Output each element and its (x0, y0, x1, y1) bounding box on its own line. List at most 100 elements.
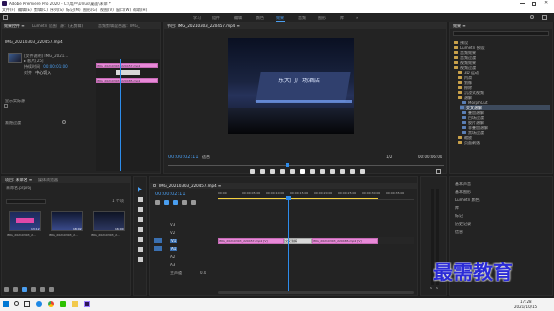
pen-tool-icon[interactable] (138, 237, 143, 242)
button-editor-icon[interactable] (436, 169, 441, 174)
ripple-edit-tool-icon[interactable] (138, 207, 143, 212)
list-view-icon[interactable] (13, 287, 18, 292)
timeline-settings-icon[interactable] (191, 200, 196, 205)
track-select-tool-icon[interactable] (138, 197, 143, 202)
work-area-bar[interactable] (218, 198, 378, 199)
add-timeline-marker-icon[interactable] (182, 200, 187, 205)
menu-file[interactable]: 文件(F) (2, 8, 15, 12)
edge-icon[interactable] (36, 301, 42, 307)
go-to-in-icon[interactable] (280, 169, 285, 174)
panel-info[interactable]: 信息 (455, 230, 463, 234)
menu-clip[interactable]: 剪辑(C) (34, 8, 48, 12)
menu-view[interactable]: 视图(V) (100, 8, 114, 12)
wechat-icon[interactable] (60, 301, 66, 307)
timeline-timecode[interactable]: 00:00:02:11 (155, 192, 186, 197)
track-a1-label[interactable]: A1 (170, 247, 178, 251)
alignment-dropdown[interactable]: 中心切入 (35, 70, 51, 75)
master-track-value[interactable]: 0.0 (200, 271, 206, 275)
selection-tool-icon[interactable] (138, 187, 142, 192)
hand-tool-icon[interactable] (138, 247, 143, 252)
workspace-learn[interactable]: 学习 (193, 16, 201, 20)
new-item-icon[interactable] (40, 287, 45, 292)
v1-clip-2[interactable]: IMG_20210303_220485.mp4 [V] (312, 238, 378, 244)
workspace-editing[interactable]: 编辑 (234, 16, 242, 20)
taskbar-search-icon[interactable] (14, 301, 19, 306)
add-marker-icon[interactable] (250, 169, 255, 174)
show-actual-sources-checkbox[interactable] (4, 104, 8, 108)
comparison-view-icon[interactable] (360, 169, 365, 174)
chrome-icon[interactable] (48, 301, 54, 307)
solo-s-button-2[interactable]: S (436, 287, 438, 290)
tab-media-browser[interactable]: 媒体浏览器 (38, 178, 58, 182)
taskbar-time[interactable]: 17:28 (520, 300, 532, 304)
extract-icon[interactable] (340, 169, 345, 174)
linked-selection-icon[interactable] (173, 200, 178, 205)
workspace-effects[interactable]: 效果 (276, 16, 284, 20)
timeline-horizontal-scrollbar[interactable] (218, 291, 414, 294)
panel-essential-graphics[interactable]: 基本图形 (455, 190, 471, 194)
track-a3-label[interactable]: A3 (170, 263, 175, 267)
play-icon[interactable] (300, 169, 305, 174)
program-monitor-title[interactable]: 节目: IMG_20210303_220457.mp4 ≡ (167, 24, 240, 28)
program-video-frame[interactable]: 东大门广场酒店 (228, 38, 354, 134)
program-fit-dropdown[interactable]: 适合 (202, 155, 210, 159)
track-a2-label[interactable]: A2 (170, 255, 175, 259)
premiere-taskbar-icon[interactable] (84, 301, 90, 307)
tab-lumetri-scopes[interactable]: Lumetri 范围 (32, 24, 57, 28)
track-v1-label[interactable]: V1 (170, 239, 178, 243)
solo-s-button[interactable]: S (430, 287, 432, 290)
timeline-playhead-head[interactable] (286, 196, 291, 200)
program-playhead-marker[interactable] (286, 163, 289, 167)
share-icon[interactable] (542, 15, 547, 20)
v1-clip-1[interactable]: IMG_20210303_220457.mp4 [V] (218, 238, 284, 244)
razor-tool-icon[interactable] (138, 217, 143, 222)
nest-icon[interactable] (155, 200, 160, 205)
timeline-playhead[interactable] (288, 197, 289, 293)
workspace-graphics[interactable]: 图形 (318, 16, 326, 20)
close-sequence-icon[interactable] (153, 184, 156, 187)
menu-help[interactable]: 帮助(H) (133, 8, 147, 12)
file-explorer-icon[interactable] (72, 301, 78, 307)
trash-icon[interactable] (49, 287, 54, 292)
windows-start-icon[interactable] (3, 301, 9, 307)
lock-icon[interactable] (4, 287, 9, 292)
snap-icon[interactable] (164, 200, 169, 205)
program-timecode[interactable]: 00:00:02:11 (168, 155, 199, 160)
program-quality-dropdown[interactable]: 1/2 (386, 155, 392, 159)
menu-sequence[interactable]: 序列(S) (50, 8, 64, 12)
workspace-more[interactable]: » (356, 16, 358, 20)
icon-view-icon[interactable] (22, 287, 27, 292)
program-scrub-bar[interactable] (168, 165, 444, 166)
show-actual-sources-label[interactable]: 显示实际源 (5, 99, 25, 103)
mark-out-icon[interactable] (270, 169, 275, 174)
ecp-playhead[interactable] (120, 59, 121, 171)
duration-value[interactable]: 00:00:01:00 (43, 64, 67, 69)
effects-search-input[interactable] (453, 31, 549, 36)
panel-essential-sound[interactable]: 基本声音 (455, 182, 471, 186)
menu-edit[interactable]: 编辑(E) (18, 8, 32, 12)
ecp-clip-a[interactable]: IMG_20210303_220457.mp4 (96, 63, 158, 68)
workspace-audio[interactable]: 音频 (298, 16, 306, 20)
home-icon[interactable] (3, 15, 8, 20)
menu-window[interactable]: 窗口(W) (116, 8, 131, 12)
ecp-clip-b[interactable]: IMG_20210303_220485.mp4 (96, 78, 158, 83)
menu-graphics[interactable]: 图形(G) (83, 8, 97, 12)
maximize-button[interactable] (532, 1, 536, 6)
effects-panel-title[interactable]: 效果 ≡ (453, 24, 466, 28)
track-v3-label[interactable]: V3 (170, 223, 175, 227)
tab-source[interactable]: 源：(无剪辑) (60, 24, 83, 28)
tab-effect-controls[interactable]: 效果控件 ≡ (4, 24, 25, 28)
tree-item-page-peel[interactable]: 页面剥落 (458, 140, 550, 145)
panel-markers[interactable]: 标记 (455, 214, 463, 218)
new-bin-icon[interactable] (31, 287, 36, 292)
project-search-input[interactable] (6, 199, 46, 204)
menu-marker[interactable]: 标记(M) (66, 8, 81, 12)
v1-source-patch[interactable] (154, 238, 162, 243)
a1-source-patch[interactable] (154, 246, 162, 251)
minimize-button[interactable] (520, 3, 525, 4)
go-to-out-icon[interactable] (320, 169, 325, 174)
timeline-sequence-tab[interactable]: IMG_20210303_220457.mp4 ≡ (159, 184, 221, 188)
panel-history[interactable]: 历史记录 (455, 222, 471, 226)
step-forward-icon[interactable] (310, 169, 315, 174)
workspace-libraries[interactable]: 库 (340, 16, 344, 20)
